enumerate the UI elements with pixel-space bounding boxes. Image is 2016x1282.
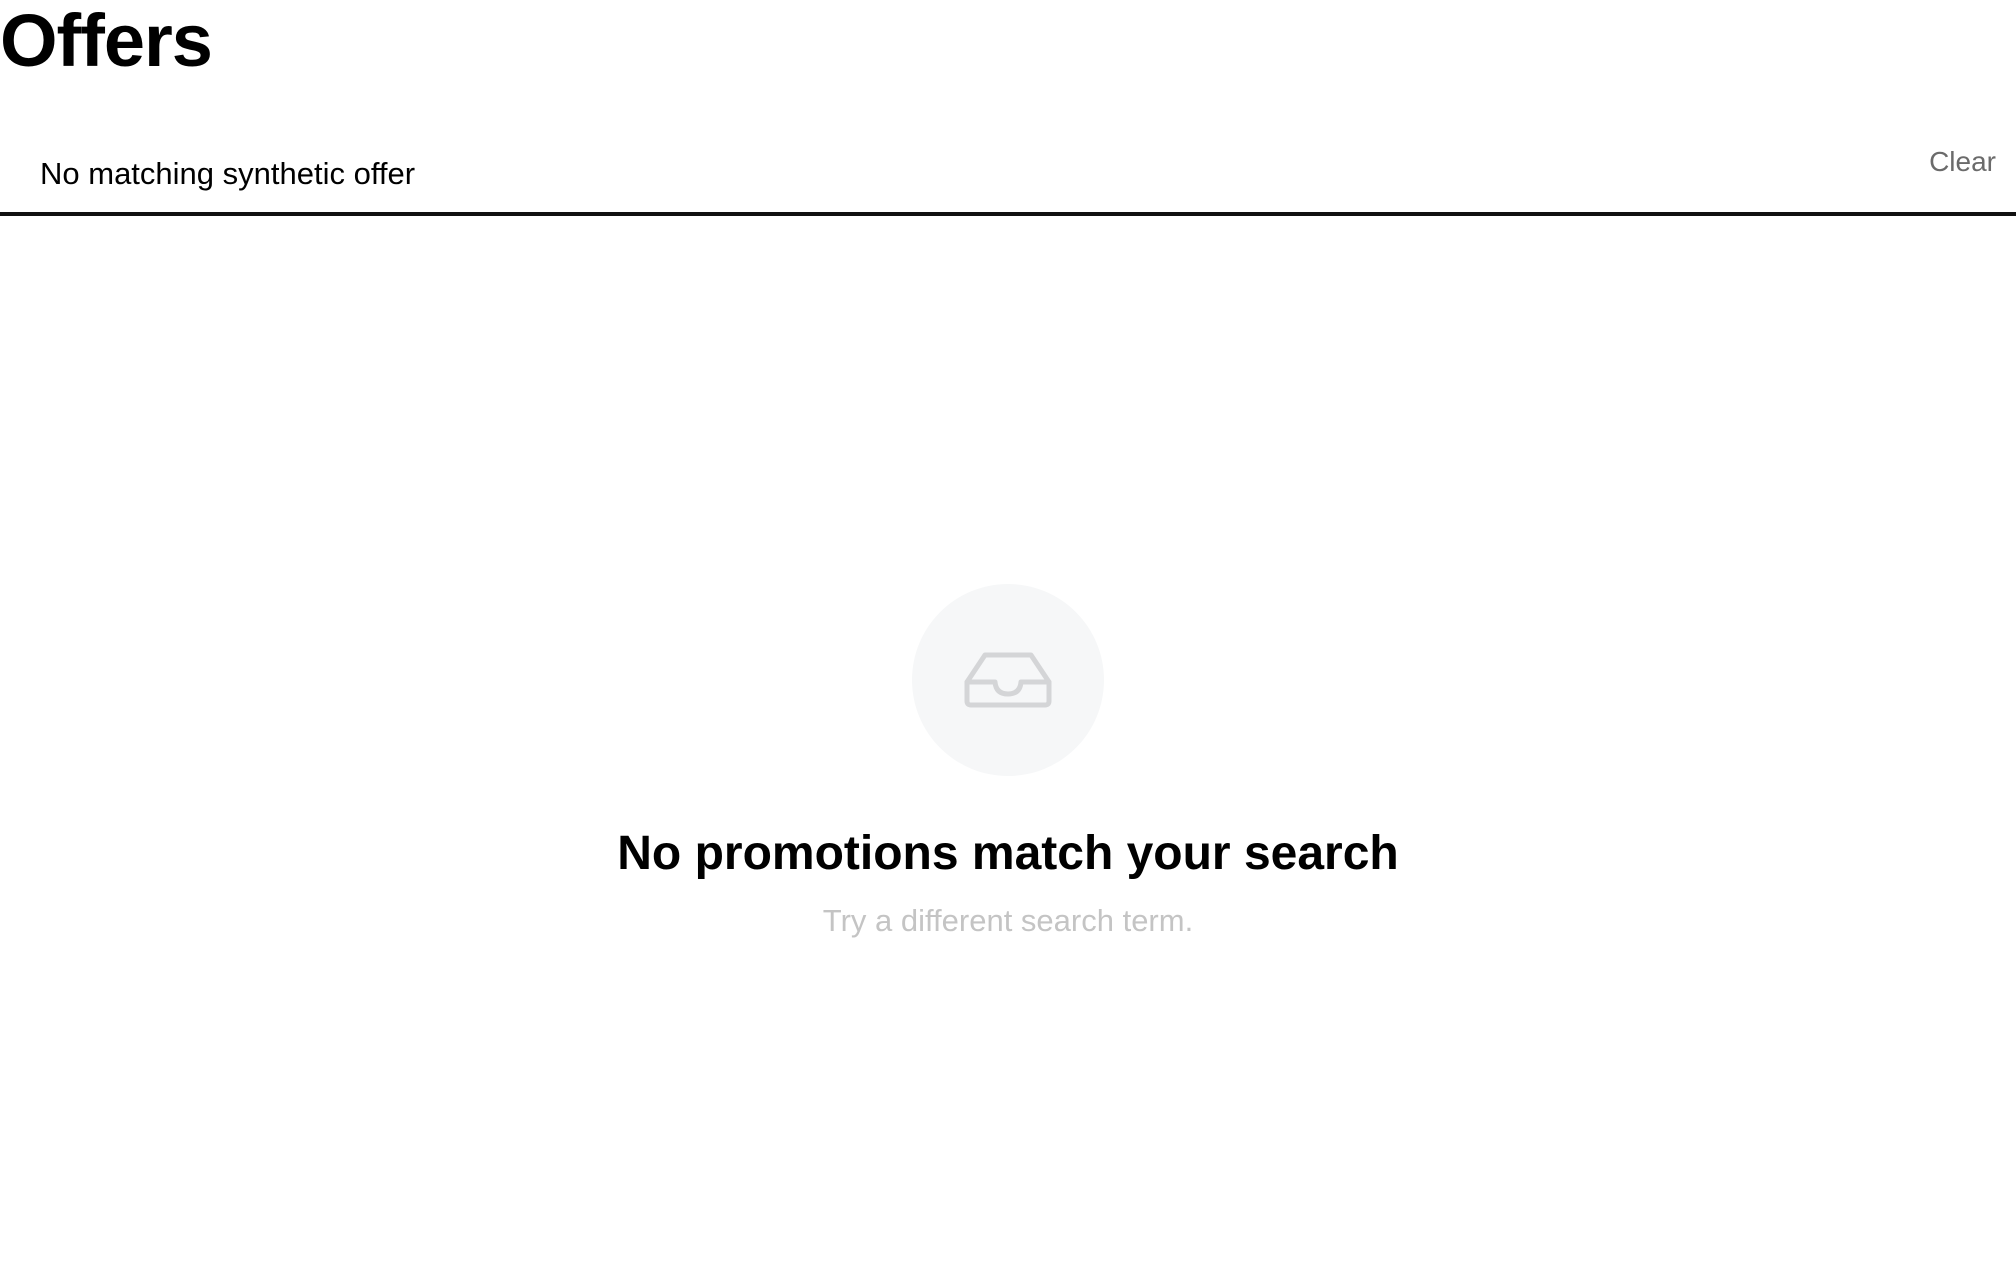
inbox-icon	[964, 652, 1052, 708]
empty-state-subtitle: Try a different search term.	[822, 903, 1194, 938]
empty-state-title: No promotions match your search	[617, 827, 1399, 880]
search-bar: Clear	[0, 136, 2016, 216]
clear-button[interactable]: Clear	[1929, 146, 1996, 178]
page-title: Offers	[0, 0, 213, 82]
empty-state: No promotions match your search Try a di…	[0, 584, 2016, 940]
empty-icon-circle	[912, 584, 1104, 776]
search-input[interactable]	[40, 148, 1840, 200]
